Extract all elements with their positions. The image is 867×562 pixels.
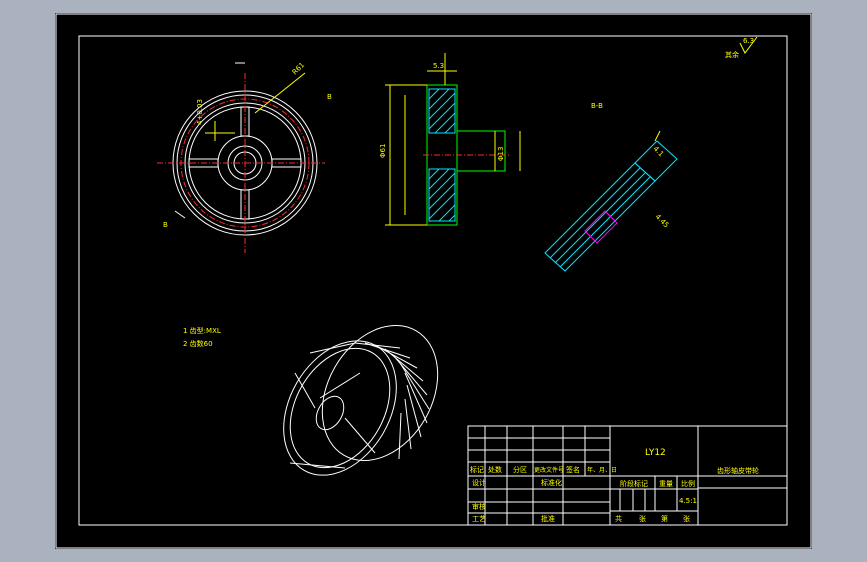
scale-value: 4.5:1 — [679, 497, 697, 505]
svg-text:5.3: 5.3 — [433, 62, 444, 70]
header-count: 处数 — [488, 465, 502, 474]
weight-label: 重量 — [659, 480, 673, 488]
side-section-view: Φ61 5.3 Φ13 — [379, 53, 521, 226]
svg-text:4.45: 4.45 — [654, 213, 671, 230]
note-line-1: 1 齿型:MXL — [183, 326, 221, 335]
scale-label: 比例 — [681, 479, 695, 488]
svg-text:B: B — [327, 93, 332, 101]
inner-frame — [78, 35, 788, 526]
svg-text:Φ61: Φ61 — [379, 144, 387, 158]
roughness-label: 其余 — [725, 50, 739, 59]
row-standard: 标准化 — [541, 478, 562, 487]
header-date: 年、月、日 — [587, 466, 617, 474]
part-name-text: 齿形轴皮带轮 — [717, 466, 759, 475]
header-zone: 分区 — [513, 465, 527, 474]
svg-text:4+0.03: 4+0.03 — [196, 99, 204, 125]
title-block: LY12 齿形轴皮带轮 标记 处数 分区 更改文件号 签名 年、月、日 设计 标… — [467, 425, 788, 526]
row-process: 工艺 — [472, 515, 486, 523]
svg-text:B: B — [163, 221, 168, 229]
header-sign: 签名 — [566, 465, 580, 474]
sheet-total-a: 共 — [615, 514, 622, 523]
row-design: 设计 — [472, 478, 486, 487]
row-approve: 批准 — [541, 514, 555, 523]
svg-text:Φ13: Φ13 — [497, 147, 505, 161]
section-bb: B-B 4.1 4.45 — [544, 102, 678, 272]
material-text: LY12 — [645, 448, 666, 458]
header-change-doc: 更改文件号 — [534, 466, 564, 474]
roughness-value: 6.3 — [743, 37, 754, 45]
sheet-no-a: 第 — [661, 514, 668, 523]
stage-label: 阶段标记 — [620, 479, 648, 488]
front-view: B 4+0.03 R61 B — [157, 61, 332, 253]
isometric-view — [283, 324, 439, 476]
header-mark: 标记 — [470, 465, 484, 474]
drawing-sheet: B 4+0.03 R61 B Φ61 5.3 Φ13 B-B 4.1 4.45 … — [55, 13, 812, 549]
cad-drawing: B 4+0.03 R61 B Φ61 5.3 Φ13 B-B 4.1 4.45 … — [55, 13, 812, 549]
note-line-2: 2 齿数60 — [183, 339, 213, 348]
sheet-total-b: 张 — [639, 514, 646, 523]
row-review: 审核 — [472, 502, 486, 511]
sheet-no-b: 张 — [683, 514, 690, 523]
roughness-symbol: 其余 6.3 — [725, 36, 758, 59]
section-label: B-B — [591, 102, 603, 110]
